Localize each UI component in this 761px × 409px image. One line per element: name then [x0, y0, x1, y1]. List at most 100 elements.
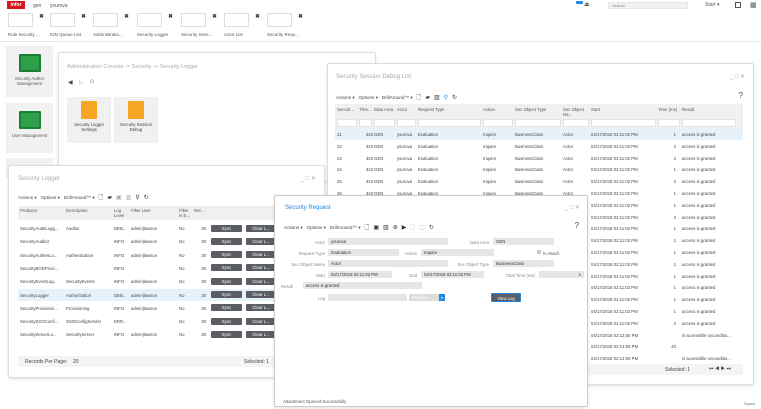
column-header[interactable]: Ret...	[194, 208, 207, 213]
column-header[interactable]: Producer	[20, 208, 64, 213]
column-header[interactable]: Sec Object Na...	[563, 107, 589, 117]
drillaround-menu[interactable]: DrillAround™ ▾	[330, 225, 361, 230]
forward-icon[interactable]: ▷	[79, 79, 84, 86]
actor-field[interactable]: ysurova	[328, 238, 448, 245]
pager-nav-icons[interactable]: ⏮ ◀ ▶ ⏭	[709, 366, 731, 372]
tab-label[interactable]: Security Logger	[137, 32, 169, 37]
start-field[interactable]: 04/17/2018 02:11:02 PM	[328, 271, 392, 278]
column-header[interactable]: Start	[591, 107, 656, 112]
data-area-field[interactable]: GEN	[493, 238, 554, 245]
new-icon[interactable]: 🗋	[99, 193, 104, 203]
clear-log-button[interactable]: Clear L...	[246, 277, 276, 285]
tab-close-icon[interactable]: ✖	[81, 13, 86, 20]
result-field[interactable]: access is granted	[303, 282, 422, 289]
sync-button[interactable]: Sync	[211, 224, 242, 232]
tab-thumbnail[interactable]	[8, 13, 33, 27]
user-label[interactable]: ysurova	[50, 3, 68, 9]
document-icon[interactable]: 🗋	[410, 223, 415, 233]
refresh-icon[interactable]: ↻	[429, 224, 434, 231]
records-per-page-stepper[interactable]: 20	[73, 359, 79, 365]
sidebar-tile-security-author[interactable]: Security Author Management	[6, 46, 53, 97]
tab-thumbnail[interactable]	[50, 13, 75, 27]
tab-thumbnail[interactable]	[181, 13, 206, 27]
refresh-icon[interactable]: ↻	[452, 94, 457, 101]
sync-button[interactable]: Sync	[211, 264, 242, 272]
column-header[interactable]: Action	[483, 107, 513, 112]
clear-log-button[interactable]: Clear L...	[246, 291, 276, 298]
delete-icon[interactable]: ▥	[434, 94, 440, 101]
copy-icon[interactable]: ▢	[419, 224, 425, 231]
is-attach-checkbox[interactable]	[537, 250, 541, 254]
save-icon[interactable]: ▣	[116, 194, 122, 201]
tab-label[interactable]: Actor List	[224, 32, 243, 37]
search-input[interactable]: Search	[608, 2, 688, 9]
log-field[interactable]	[328, 294, 407, 301]
column-filter-input[interactable]	[563, 119, 589, 127]
drillaround-menu[interactable]: DrillAround™ ▾	[382, 95, 413, 100]
actions-menu[interactable]: Actions ▾	[336, 95, 355, 100]
help-icon[interactable]: ?	[575, 221, 579, 230]
browse-button[interactable]: Browse...	[409, 294, 440, 301]
clear-log-button[interactable]: Clear L...	[246, 330, 276, 338]
column-header[interactable]: Request Type	[418, 107, 481, 112]
column-filter-input[interactable]	[359, 119, 372, 127]
drillaround-menu[interactable]: DrillAround™ ▾	[64, 195, 95, 200]
column-header[interactable]: Securit...	[337, 107, 357, 112]
tab-close-icon[interactable]: ✖	[39, 13, 44, 20]
total-time-field[interactable]: 1	[539, 271, 584, 278]
tab-thumbnail[interactable]	[224, 13, 249, 27]
clear-log-button[interactable]: Clear L...	[246, 224, 276, 232]
open-icon[interactable]: ▰	[425, 94, 430, 101]
window-controls[interactable]: _ □ ✕	[565, 204, 580, 211]
sync-button[interactable]: Sync	[211, 330, 242, 338]
tab-label[interactable]: Role Security ...	[8, 32, 40, 37]
search-icon[interactable]: ⚲	[444, 94, 448, 101]
save-icon[interactable]: ▣	[373, 224, 379, 231]
clear-log-button[interactable]: Clear L...	[246, 237, 276, 245]
tab-close-icon[interactable]: ✖	[255, 13, 260, 20]
options-menu[interactable]: Options ▾	[359, 95, 378, 100]
options-menu[interactable]: Options ▾	[307, 225, 326, 230]
delete-icon[interactable]: ▥	[383, 224, 389, 231]
column-header[interactable]: Log Level	[114, 208, 129, 218]
options-menu[interactable]: Options ▾	[41, 195, 60, 200]
home-icon[interactable]: ⌂	[90, 78, 94, 85]
refresh-icon[interactable]: ↻	[144, 194, 149, 201]
help-icon[interactable]: ?	[739, 91, 743, 100]
window-controls[interactable]: _ □ ✕	[301, 175, 316, 182]
column-filter-input[interactable]	[515, 119, 561, 127]
browse-dropdown-icon[interactable]: ▾	[439, 294, 445, 301]
tile-security-session-debug[interactable]: Security Session Debug	[114, 97, 158, 143]
tab-thumbnail[interactable]	[93, 13, 118, 27]
sync-button[interactable]: Sync	[211, 277, 242, 285]
clear-log-button[interactable]: Clear L...	[246, 251, 276, 259]
tab-label[interactable]: Security Requ...	[267, 32, 299, 37]
search-icon[interactable]: ⚲	[135, 194, 139, 201]
tab-label[interactable]: ION Queue List	[50, 32, 81, 37]
column-header[interactable]: Thre...	[359, 107, 372, 112]
column-header[interactable]: Description	[66, 208, 112, 213]
clear-log-button[interactable]: Clear L...	[246, 304, 276, 312]
clear-log-button[interactable]: Clear L...	[246, 317, 276, 325]
start-menu[interactable]: Start ▾	[705, 2, 719, 8]
new-icon[interactable]: 🗋	[417, 93, 422, 103]
column-header[interactable]: Time (ms)	[658, 107, 680, 112]
tab-thumbnail[interactable]	[137, 13, 162, 27]
tab-label[interactable]: Security Sess...	[181, 32, 212, 37]
column-filter-input[interactable]	[658, 119, 680, 127]
sync-button[interactable]: Sync	[211, 251, 242, 259]
sync-button[interactable]: Sync	[211, 291, 242, 298]
open-attachment-icon[interactable]: ▶	[402, 224, 407, 231]
sync-button[interactable]: Sync	[211, 237, 242, 245]
open-icon[interactable]: ▰	[107, 194, 112, 201]
sec-object-name-field[interactable]: Actor	[328, 260, 448, 267]
tab-close-icon[interactable]: ✖	[212, 13, 217, 20]
tab-close-icon[interactable]: ✖	[298, 13, 303, 20]
grid-icon[interactable]: ▦	[750, 1, 757, 9]
tab-label[interactable]: Administratio...	[93, 32, 123, 37]
notification-badge-icon[interactable]	[576, 1, 583, 4]
column-header[interactable]: Actor	[397, 107, 416, 112]
end-field[interactable]: 04/17/2018 02:11:02 PM	[421, 271, 484, 278]
sync-button[interactable]: Sync	[211, 304, 242, 312]
tab-close-icon[interactable]: ✖	[124, 13, 129, 20]
